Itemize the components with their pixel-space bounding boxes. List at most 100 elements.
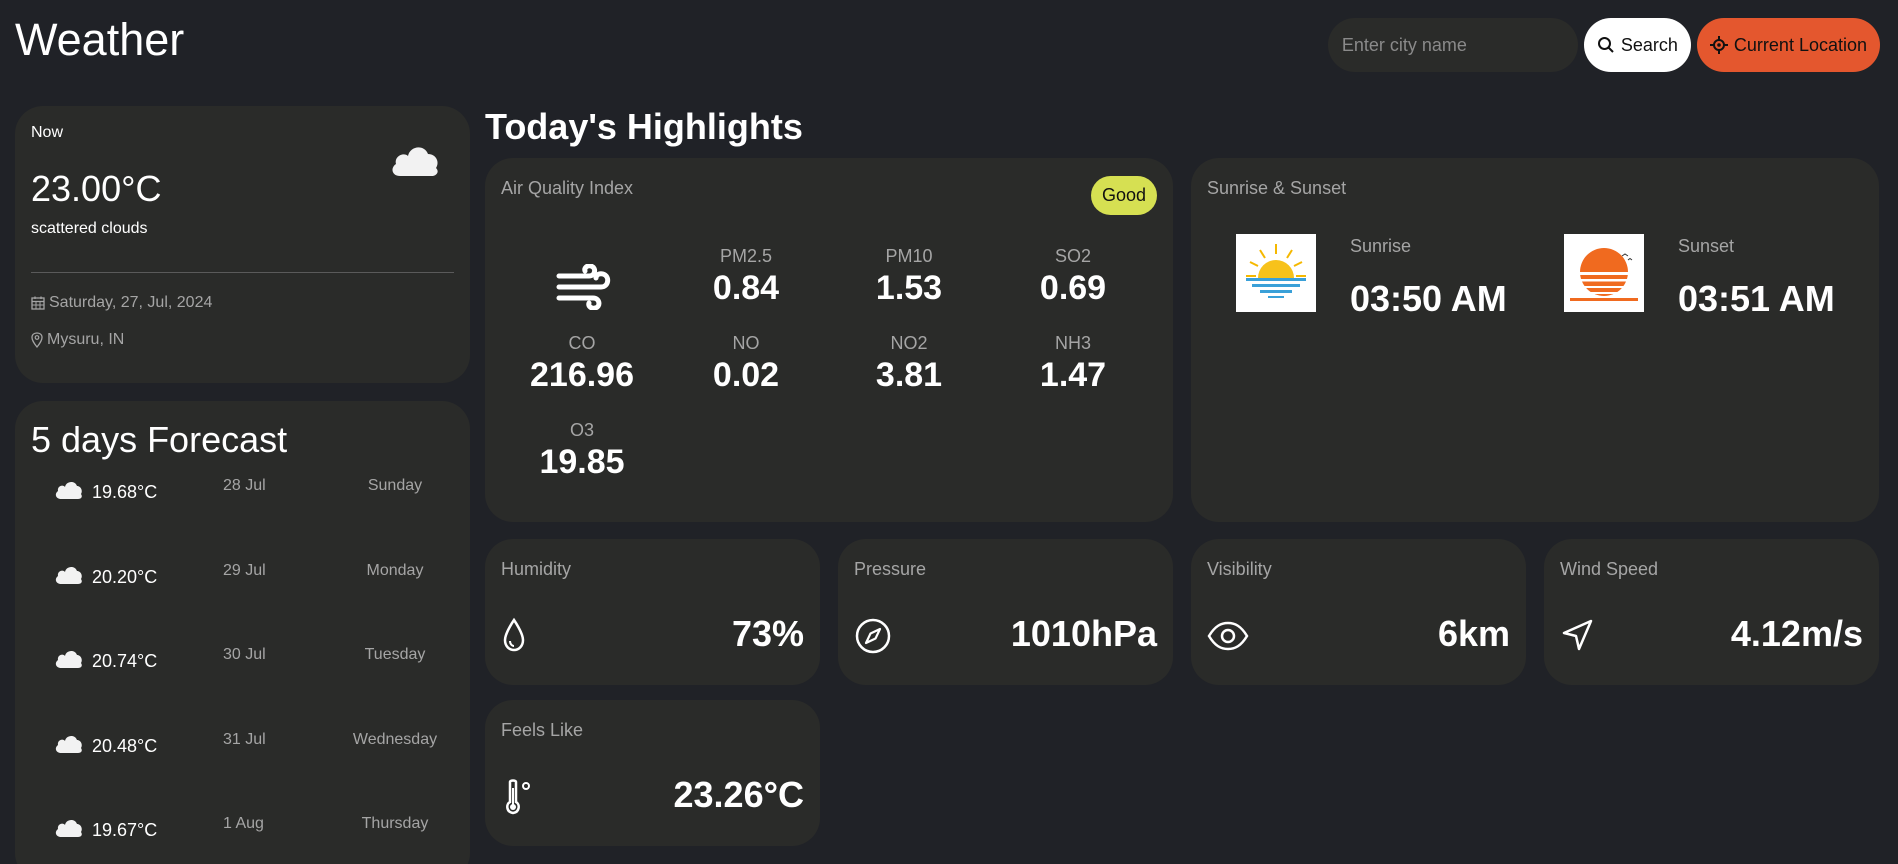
pressure-card: Pressure 1010hPa xyxy=(838,539,1173,685)
forecast-date: 1 Aug xyxy=(223,815,264,832)
map-pin-icon xyxy=(31,332,43,348)
wind-speed-value: 4.12m/s xyxy=(1730,613,1863,654)
date-row: Saturday, 27, Jul, 2024 xyxy=(31,294,212,312)
pollutant-value: 1.47 xyxy=(1039,356,1107,394)
forecast-row: 19.67°C 1 Aug Thursday xyxy=(15,815,470,855)
current-date: Saturday, 27, Jul, 2024 xyxy=(49,294,213,311)
now-label: Now xyxy=(31,124,64,141)
pressure-label: Pressure xyxy=(854,559,927,579)
thermometer-icon xyxy=(506,779,530,815)
forecast-temperature: 20.48°C xyxy=(92,735,158,756)
sunset-icon xyxy=(1570,248,1638,301)
cloud-icon xyxy=(392,147,438,176)
pollutant-no2: NO2 3.81 xyxy=(849,333,969,395)
forecast-temperature: 19.67°C xyxy=(92,820,158,840)
eye-icon xyxy=(1207,621,1249,651)
forecast-row: 19.68°C 28 Jul Sunday xyxy=(15,477,470,517)
feels-like-card: Feels Like 23.26°C xyxy=(485,700,820,846)
search-button-label: Search xyxy=(1620,34,1678,55)
sunset-label: Sunset xyxy=(1678,236,1735,256)
search-button[interactable]: Search xyxy=(1583,18,1691,72)
sunrise-image xyxy=(1236,234,1316,312)
forecast-date: 28 Jul xyxy=(223,477,266,494)
sunrise-icon xyxy=(1246,244,1306,298)
forecast-title: 5 days Forecast xyxy=(31,419,288,460)
forecast-day: Sunday xyxy=(367,477,423,494)
aqi-status-badge: Good xyxy=(1090,176,1157,215)
humidity-card: Humidity 73% xyxy=(485,539,820,685)
calendar-icon xyxy=(31,296,45,310)
current-location-button[interactable]: Current Location xyxy=(1696,18,1880,72)
current-location: Mysuru, IN xyxy=(47,331,125,348)
sun-label: Sunrise & Sunset xyxy=(1207,178,1347,198)
forecast-date: 31 Jul xyxy=(223,730,266,748)
pollutant-label: NO xyxy=(732,333,760,353)
pollutant-value: 0.02 xyxy=(712,356,780,394)
forecast-card: 5 days Forecast 19.68°C 28 Jul Sunday 20.20… xyxy=(15,401,470,864)
cloud-icon xyxy=(53,479,83,506)
pollutant-value: 0.84 xyxy=(712,269,780,307)
forecast-day: Tuesday xyxy=(364,646,426,663)
pollutant-nh3: NH3 1.47 xyxy=(1013,333,1133,395)
highlights-title: Today's Highlights xyxy=(485,106,803,147)
forecast-row: 20.74°C 30 Jul Tuesday xyxy=(15,646,470,686)
crosshair-icon xyxy=(1709,36,1728,54)
pollutant-pm10: PM10 1.53 xyxy=(849,246,969,308)
pressure-value: 1010hPa xyxy=(1010,613,1157,654)
cloud-icon xyxy=(53,817,83,844)
pollutant-label: NO2 xyxy=(890,333,928,353)
pollutant-value: 216.96 xyxy=(530,356,634,394)
divider xyxy=(31,272,454,273)
air-quality-card: Air Quality Index Good PM2.5 0.84 PM10 1.53… xyxy=(485,158,1173,522)
compass-icon xyxy=(855,618,891,654)
pollutant-label: CO xyxy=(568,333,596,353)
pollutant-label: O3 xyxy=(569,420,594,440)
feels-like-label: Feels Like xyxy=(501,720,584,740)
current-temperature: 23.00°C xyxy=(31,168,162,209)
aqi-label: Air Quality Index xyxy=(501,178,634,198)
pollutant-no: NO 0.02 xyxy=(686,333,806,395)
search-bar: Search Current Location xyxy=(1327,18,1880,72)
current-location-label: Current Location xyxy=(1733,34,1867,55)
visibility-label: Visibility xyxy=(1207,559,1272,579)
feels-like-value: 23.26°C xyxy=(673,774,804,815)
wind-speed-label: Wind Speed xyxy=(1560,559,1659,579)
weather-description: scattered clouds xyxy=(31,220,148,237)
pollutant-pm25: PM2.5 0.84 xyxy=(686,246,806,308)
pollutant-o3: O3 19.85 xyxy=(522,420,642,482)
sunset-time: 03:51 AM xyxy=(1678,278,1835,319)
pollutant-label: PM10 xyxy=(885,246,933,266)
city-search-input[interactable] xyxy=(1327,18,1578,72)
forecast-date: 30 Jul xyxy=(223,646,266,663)
search-icon xyxy=(1597,37,1614,53)
sunset-image xyxy=(1564,234,1644,312)
cloud-icon xyxy=(53,733,83,760)
forecast-row: 20.48°C 31 Jul Wednesday xyxy=(15,731,470,771)
visibility-value: 6km xyxy=(1437,613,1510,654)
cloud-icon xyxy=(53,564,83,591)
sunrise-sunset-card: Sunrise & Sunset Sunrise 03:50 AM Sunset xyxy=(1191,158,1879,522)
forecast-temperature: 20.74°C xyxy=(92,651,158,671)
forecast-date: 29 Jul xyxy=(223,561,266,579)
humidity-label: Humidity xyxy=(501,559,572,579)
sunrise-time: 03:50 AM xyxy=(1350,278,1507,319)
sunrise-label: Sunrise xyxy=(1350,236,1412,256)
cloud-icon xyxy=(53,648,83,675)
pollutant-label: NH3 xyxy=(1054,333,1091,353)
pollutant-co: CO 216.96 xyxy=(522,333,642,395)
forecast-day: Thursday xyxy=(361,815,429,832)
forecast-day: Wednesday xyxy=(352,730,438,748)
visibility-card: Visibility 6km xyxy=(1191,539,1526,685)
droplet-icon xyxy=(503,617,525,652)
pollutant-so2: SO2 0.69 xyxy=(1013,246,1133,308)
forecast-day: Monday xyxy=(366,561,424,579)
wind-speed-card: Wind Speed 4.12m/s xyxy=(1544,539,1879,685)
pollutant-label: SO2 xyxy=(1054,246,1092,266)
app-title: Weather xyxy=(15,14,185,65)
pollutant-label: PM2.5 xyxy=(719,246,773,266)
forecast-temperature: 19.68°C xyxy=(92,482,158,502)
pollutant-value: 19.85 xyxy=(539,443,625,481)
pollutant-value: 0.69 xyxy=(1039,269,1107,307)
forecast-row: 20.20°C 29 Jul Monday xyxy=(15,562,470,602)
forecast-temperature: 20.20°C xyxy=(92,566,158,587)
